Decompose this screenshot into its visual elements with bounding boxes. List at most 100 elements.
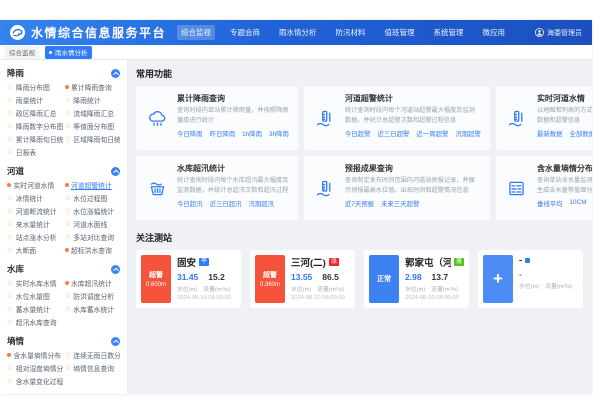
quick-link[interactable]: 最新数据 [537,129,563,138]
sidebar-item[interactable]: ☆河道断流统计 [7,206,63,216]
quick-link[interactable]: 汛期超汛 [249,199,275,208]
card-title: 预报成果查询 [345,163,481,174]
sidebar-item[interactable]: 实时河道水情 [7,180,63,190]
sidebar-item[interactable]: 水库超汛统计 [65,278,121,288]
sidebar-item[interactable]: ☆水库蓄水统计 [65,304,121,314]
water-level-label: 水位(m) [519,281,539,290]
quick-link[interactable]: 10CM [570,199,587,208]
card-desc: 查询单站含水量监测数据，按照制定等级，生成含水量等值面分布图 [537,176,592,196]
sidebar-item[interactable]: ☆实时水库水情 [7,278,63,288]
quick-link[interactable]: 近7天预报 [345,199,374,208]
section-header[interactable]: 河道 [7,162,120,180]
sidebar-item[interactable]: ☆降雨统计 [65,95,121,105]
sidebar-section-river: 河道 实时河道水情 河道超警统计 ☆冰情统计 ☆水位过程图 ☆河道断流统计 ☆水… [7,162,120,255]
sidebar-item[interactable]: ☆水位涨幅统计 [65,206,121,216]
quick-link[interactable]: 1h降雨 [242,129,262,138]
quick-link[interactable]: 垂线平均 [537,199,563,208]
section-title: 降雨 [7,67,24,79]
user-menu[interactable]: 海委管理员 [535,28,582,38]
add-station-button[interactable]: + [483,255,513,303]
station-card[interactable]: 正常 郭家屯（河... 落 2.98 13.7 水位(m) [364,250,469,308]
sidebar-item[interactable]: ☆相对湿度墒情分布 [7,363,63,373]
nav-item-microapp[interactable]: 微应用 [479,25,510,40]
card-title: 含水量墒情分布 [537,163,592,174]
card-realtime-river[interactable]: 实时河道水情 以地图和列表的方式，查询河道站最新监测数据和超警信息 最新数据 全… [496,86,592,150]
tab-label: 雨水情分析 [55,47,88,57]
sidebar-item[interactable]: ☆累计降雨旬日统计 [7,134,63,144]
card-forecast-query[interactable]: 预报成果查询 查询制定发布时间范围内河道站预报记录，并展示预报最高水位值、出现时… [304,156,490,220]
quick-link[interactable]: 昨日降雨 [210,129,236,138]
sidebar-item[interactable]: ☆含水量变化过程 [7,376,63,386]
section-header[interactable]: 水库 [7,260,120,278]
sidebar-item[interactable]: ☆降雨数字分布图 [7,121,63,131]
sidebar-item[interactable]: ☆大断面 [7,245,63,255]
active-dot-icon [65,248,69,252]
sidebar-item[interactable]: ☆降雨分布图 [7,82,63,92]
sidebar-item[interactable]: 累计降雨查询 [65,82,121,92]
nav-item-duty[interactable]: 值班管理 [381,25,419,40]
sidebar-item[interactable]: ☆水位过程图 [65,193,121,203]
tab-rain-analysis[interactable]: 雨水情分析 [45,46,92,59]
quick-link[interactable]: 近一周超警 [416,129,448,138]
quick-link[interactable]: 近三日超汛 [210,199,242,208]
sidebar-item[interactable]: ☆冰情统计 [7,193,63,203]
sidebar-item[interactable]: ☆政区降雨汇总 [7,108,63,118]
add-station-card[interactable]: + - - 水位(m) 流量(m³/s) [478,250,583,308]
card-title: 河道超警统计 [345,93,481,104]
card-reservoir-flood-stats[interactable]: 水库超汛统计 统计查询时段内每个水库超汛最大幅度及监测数据，并统计总超汛次数和超… [136,156,298,220]
quick-link[interactable]: 未来三天超警 [381,199,419,208]
nav-item-consult[interactable]: 专题会商 [226,25,264,40]
star-icon: ☆ [7,365,13,372]
water-level-value: - [519,269,522,279]
card-soil-moisture[interactable]: 含水量墒情分布 查询单站含水量监测数据，按照制定等级，生成含水量等值面分布图 垂… [496,156,592,220]
sidebar-item[interactable]: ☆流域降雨汇总 [65,108,121,118]
sidebar-item[interactable]: ☆日报表 [7,147,63,157]
quick-link[interactable]: 今日降雨 [177,129,203,138]
sidebar-item[interactable]: ☆墒情信息查询 [65,363,121,373]
nav-item-flood-material[interactable]: 防汛材料 [332,25,370,40]
nav-item-monitor[interactable]: 综合监视 [177,25,215,40]
collapse-icon[interactable] [111,69,120,78]
common-functions-title: 常用功能 [136,67,584,80]
sidebar-item[interactable]: ☆防洪调度分析 [65,291,121,301]
nav-item-system[interactable]: 系统管理 [430,25,468,40]
star-icon: ☆ [7,123,13,130]
quick-link[interactable]: 汛期超警 [455,129,481,138]
card-river-alert-stats[interactable]: 河道超警统计 统计查询时段内每个河道站超警最大幅度及监测数据，并统计总超警次数和… [304,86,490,150]
sidebar-item[interactable]: ☆多站对比查询 [65,232,121,242]
section-header[interactable]: 降雨 [7,64,120,82]
sidebar-item[interactable]: ☆连续无雨日数分布 [65,350,121,360]
sidebar-item-current[interactable]: 河道超警统计 [65,180,121,190]
sidebar-item[interactable]: 含水量墒情分布 [7,350,63,360]
sidebar-item[interactable]: ☆区域降雨旬日统计 [65,134,121,144]
section-title: 河道 [7,165,24,177]
sidebar-item[interactable]: ☆河道水面线 [65,219,121,229]
quick-link[interactable]: 全部数据 [570,129,593,138]
station-card[interactable]: 超警 0.960m 三河(二) 涨 13.55 86.5 水位 [250,250,355,308]
sidebar-item[interactable]: ☆雨量统计 [7,95,63,105]
quick-link[interactable]: 今日超警 [345,129,371,138]
sidebar-item[interactable]: ☆水位水量图 [7,291,63,301]
collapse-icon[interactable] [111,265,120,274]
active-dot-icon [65,85,69,89]
station-card[interactable]: 超警 0.600m 固安 平 31.45 15.2 水位(m) [136,250,241,308]
section-header[interactable]: 墒情 [7,332,120,350]
tab-monitor[interactable]: 综合监视 [5,46,39,59]
collapse-icon[interactable] [111,337,120,346]
quick-link[interactable]: 近三日超警 [377,129,409,138]
card-rain-query[interactable]: 累计降雨查询 查询时段内单站累计降雨量，并按照降雨量级进行统计 今日降雨 昨日降… [136,86,298,150]
sidebar-item[interactable]: ☆蓄水量统计 [7,304,63,314]
flow-label: 流量(m³/s) [203,284,230,293]
sidebar-item[interactable]: ☆等值面分布图 [65,121,121,131]
quick-link[interactable]: 3h降雨 [269,129,289,138]
quick-link[interactable]: 今日超汛 [177,199,203,208]
star-icon: ☆ [7,221,13,228]
sidebar-item[interactable]: 超标洪水查询 [65,245,121,255]
soil-layers-icon [505,163,529,213]
sidebar-item[interactable]: ☆来水量统计 [7,219,63,229]
sidebar-item[interactable]: ☆站点涨水分析 [7,232,63,242]
nav-item-rain-analysis[interactable]: 雨水情分析 [275,25,321,40]
flow-label: 流量(m³/s) [431,284,458,293]
collapse-icon[interactable] [111,167,120,176]
sidebar-item[interactable]: ☆超汛水库查询 [7,317,63,327]
